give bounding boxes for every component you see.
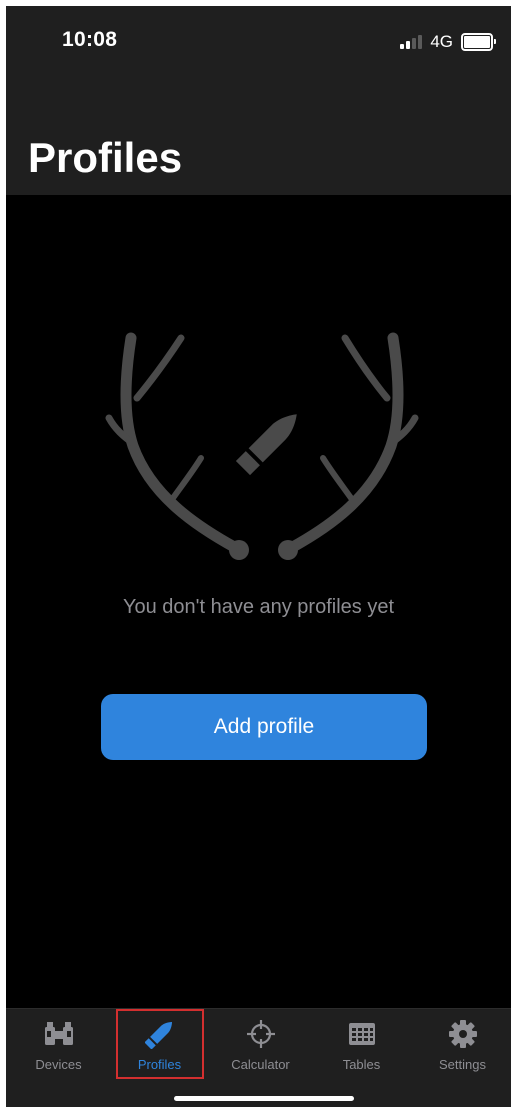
- selected-tab-highlight: [116, 1009, 204, 1079]
- binoculars-icon: [44, 1019, 74, 1049]
- header: 10:08 4G Profiles: [6, 6, 511, 195]
- empty-state-message: You don't have any profiles yet: [122, 596, 395, 618]
- bullet-icon: [235, 414, 297, 476]
- tab-calculator[interactable]: Calculator: [210, 1009, 311, 1089]
- home-indicator[interactable]: [174, 1096, 354, 1101]
- page-title: Profiles: [28, 134, 183, 181]
- signal-icon: [400, 35, 423, 49]
- gear-icon: [448, 1019, 478, 1049]
- tab-bar: Devices Profiles Calculator Tables Setti…: [6, 1008, 511, 1107]
- tab-label: Devices: [35, 1057, 82, 1072]
- table-icon: [347, 1019, 377, 1049]
- network-type: 4G: [430, 32, 453, 51]
- add-profile-button[interactable]: Add profile: [101, 694, 427, 760]
- battery-icon: [461, 33, 496, 51]
- tab-label: Calculator: [231, 1057, 290, 1072]
- status-indicators: 4G: [400, 32, 496, 52]
- antlers-bullet-illustration: [105, 332, 419, 560]
- tab-label: Tables: [342, 1057, 381, 1072]
- status-time: 10:08: [62, 28, 118, 51]
- tab-tables[interactable]: Tables: [311, 1009, 412, 1089]
- tab-devices[interactable]: Devices: [8, 1009, 109, 1089]
- tab-label: Settings: [439, 1057, 486, 1072]
- tab-settings[interactable]: Settings: [412, 1009, 511, 1089]
- crosshair-icon: [246, 1019, 276, 1049]
- app-screen: 10:08 4G Profiles You don't have any pro…: [6, 6, 511, 1107]
